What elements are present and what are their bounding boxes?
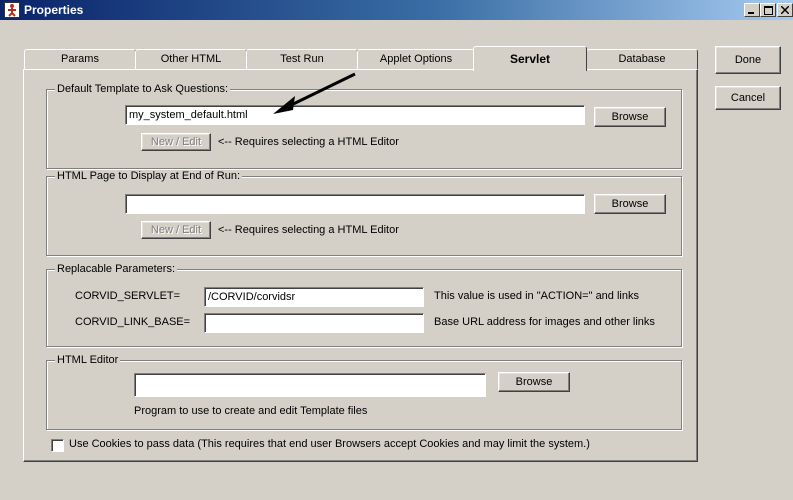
tab-params[interactable]: Params bbox=[24, 49, 136, 70]
close-icon bbox=[781, 6, 789, 14]
close-button[interactable] bbox=[777, 3, 793, 17]
cancel-button[interactable]: Cancel bbox=[715, 86, 781, 110]
html-editor-group-label: HTML Editor bbox=[55, 354, 121, 366]
end-page-group-label: HTML Page to Display at End of Run: bbox=[55, 170, 243, 182]
corvid-link-base-help: Base URL address for images and other li… bbox=[434, 316, 655, 328]
annotation-arrow-icon bbox=[273, 72, 356, 114]
tab-test-run[interactable]: Test Run bbox=[246, 49, 358, 70]
app-figure-icon bbox=[4, 2, 20, 18]
corvid-link-base-input[interactable] bbox=[204, 313, 424, 333]
done-button[interactable]: Done bbox=[715, 46, 781, 74]
maximize-icon bbox=[763, 6, 773, 15]
title-bar[interactable]: Properties bbox=[0, 0, 793, 20]
corvid-servlet-help: This value is used in "ACTION=" and link… bbox=[434, 290, 639, 302]
end-page-input[interactable] bbox=[125, 194, 585, 214]
minimize-button[interactable] bbox=[744, 3, 760, 17]
default-template-group-label: Default Template to Ask Questions: bbox=[55, 83, 230, 95]
tab-other-html[interactable]: Other HTML bbox=[135, 49, 247, 70]
tab-database[interactable]: Database bbox=[586, 49, 698, 70]
minimize-icon bbox=[748, 12, 754, 14]
html-editor-browse-button[interactable]: Browse bbox=[498, 372, 570, 392]
default-template-note: <-- Requires selecting a HTML Editor bbox=[218, 136, 399, 148]
end-page-group: HTML Page to Display at End of Run: Brow… bbox=[46, 170, 682, 256]
corvid-servlet-label: CORVID_SERVLET= bbox=[75, 290, 181, 302]
html-editor-help: Program to use to create and edit Templa… bbox=[134, 405, 368, 417]
use-cookies-label: Use Cookies to pass data (This requires … bbox=[69, 438, 590, 450]
html-editor-input[interactable] bbox=[134, 373, 486, 397]
use-cookies-checkbox[interactable] bbox=[51, 439, 64, 452]
replaceable-params-group: Replacable Parameters: CORVID_SERVLET= /… bbox=[46, 263, 682, 347]
window-title: Properties bbox=[24, 3, 84, 17]
tab-applet-options[interactable]: Applet Options bbox=[357, 49, 475, 70]
html-editor-group: HTML Editor Browse Program to use to cre… bbox=[46, 354, 682, 430]
default-template-new-edit-button[interactable]: New / Edit bbox=[141, 133, 211, 151]
end-page-new-edit-button[interactable]: New / Edit bbox=[141, 221, 211, 239]
tab-servlet[interactable]: Servlet bbox=[473, 46, 587, 71]
end-page-note: <-- Requires selecting a HTML Editor bbox=[218, 224, 399, 236]
end-page-browse-button[interactable]: Browse bbox=[594, 194, 666, 214]
servlet-tab-panel: Default Template to Ask Questions: my_sy… bbox=[23, 69, 698, 462]
corvid-link-base-label: CORVID_LINK_BASE= bbox=[75, 316, 191, 328]
maximize-button[interactable] bbox=[760, 3, 776, 17]
corvid-servlet-input[interactable]: /CORVID/corvidsr bbox=[204, 287, 424, 307]
replaceable-params-group-label: Replacable Parameters: bbox=[55, 263, 178, 275]
default-template-browse-button[interactable]: Browse bbox=[594, 107, 666, 127]
